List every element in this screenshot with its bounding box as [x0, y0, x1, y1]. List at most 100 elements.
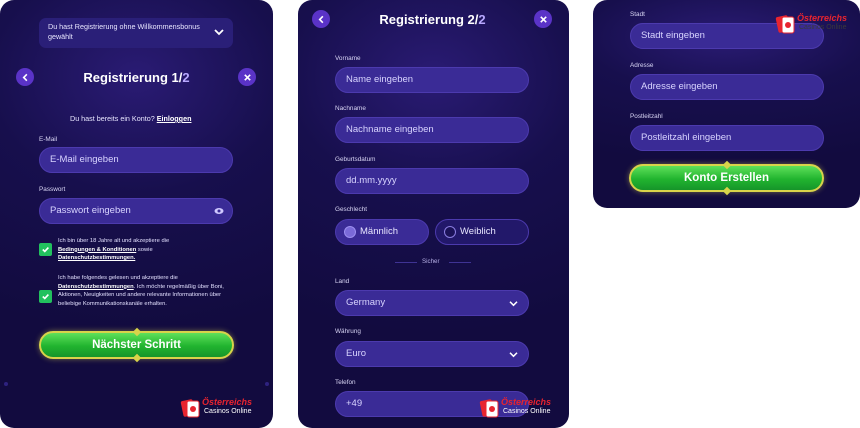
city-placeholder: Stadt eingeben [641, 30, 705, 41]
logo-line-1: Österreichs [797, 13, 848, 23]
gender-male-option[interactable]: Männlich [335, 219, 429, 245]
password-placeholder: Passwort eingeben [50, 205, 131, 216]
close-icon [539, 15, 547, 23]
password-label: Passwort [39, 186, 66, 193]
back-button[interactable] [312, 10, 330, 28]
site-logo: Österreichs Casinos Online [180, 396, 270, 420]
login-hint: Du hast bereits ein Konto? Einloggen [70, 114, 191, 123]
phone-value: +49 [346, 398, 363, 409]
privacy-link-2[interactable]: Datenschutzbestimmungen [58, 284, 134, 290]
checkmark-icon [42, 246, 49, 253]
registration-step-2-bottom-panel: Stadt Stadt eingeben Adresse Adresse ein… [593, 0, 860, 208]
zip-field[interactable]: Postleitzahl eingeben [630, 125, 824, 151]
marketing-consent-text: Ich habe folgendes gelesen und akzeptier… [58, 274, 234, 308]
login-link[interactable]: Einloggen [157, 114, 192, 123]
zip-label: Postleitzahl [630, 113, 663, 120]
logo-line-1: Österreichs [501, 397, 552, 407]
gender-male-label: Männlich [360, 226, 399, 237]
address-field[interactable]: Adresse eingeben [630, 74, 824, 100]
zip-placeholder: Postleitzahl eingeben [641, 132, 732, 143]
logo-line-2: Casinos Online [204, 408, 252, 415]
currency-label: Währung [335, 328, 361, 335]
page-title: Registrierung 1/2 [60, 70, 213, 85]
page-title: Registrierung 2/2 [356, 12, 509, 27]
close-icon [243, 73, 251, 81]
corner-dot [265, 382, 269, 386]
marketing-consent-intro: Ich habe folgendes gelesen und akzeptier… [58, 275, 178, 281]
back-button[interactable] [16, 68, 34, 86]
create-account-button[interactable]: Konto Erstellen [629, 160, 824, 196]
radio-selected-icon [344, 226, 356, 238]
last-name-placeholder: Nachname eingeben [346, 124, 434, 135]
title-step-total: 2 [182, 70, 190, 85]
email-placeholder: E-Mail eingeben [50, 154, 119, 165]
chevron-down-icon [509, 352, 518, 358]
next-step-button[interactable]: Nächster Schritt [39, 327, 234, 363]
registration-step-1-panel: Du hast Registrierung ohne Willkommensbo… [0, 0, 273, 428]
terms-link[interactable]: Bedingungen & Konditionen [58, 247, 136, 253]
birthdate-placeholder: dd.mm.yyyy [346, 175, 397, 186]
casino-logo-icon [180, 399, 200, 418]
registration-step-2-panel: Registrierung 2/2 Vorname Name eingeben … [298, 0, 569, 428]
chevron-left-icon [318, 15, 323, 23]
divider-right [449, 262, 471, 263]
email-label: E-Mail [39, 136, 58, 143]
currency-select[interactable]: Euro [335, 341, 529, 367]
terms-consent-text: Ich bin über 18 Jahre alt und akzeptiere… [58, 237, 234, 263]
gender-label: Geschlecht [335, 206, 367, 213]
address-label: Adresse [630, 62, 654, 69]
logo-line-1: Österreichs [202, 397, 253, 407]
divider-left [395, 262, 417, 263]
button-ornament-bottom [722, 186, 731, 196]
casino-logo-icon [775, 15, 795, 34]
casino-logo-icon [479, 399, 499, 418]
chevron-down-icon [214, 29, 224, 36]
country-label: Land [335, 278, 350, 285]
first-name-label: Vorname [335, 55, 361, 62]
terms-consent-intro: Ich bin über 18 Jahre alt und akzeptiere… [58, 238, 170, 244]
checkmark-icon [42, 293, 49, 300]
last-name-field[interactable]: Nachname eingeben [335, 117, 529, 143]
close-button[interactable] [238, 68, 256, 86]
button-ornament-bottom [132, 353, 141, 363]
title-step: Registrierung 2/ [379, 12, 479, 27]
country-value: Germany [346, 297, 386, 308]
city-label: Stadt [630, 11, 645, 18]
bonus-select-text: Du hast Registrierung ohne Willkommensbo… [48, 22, 200, 41]
terms-consent-mid: sowie [136, 246, 153, 253]
site-logo: Österreichs Casinos Online [479, 396, 569, 420]
chevron-left-icon [22, 73, 27, 81]
radio-unselected-icon [444, 226, 456, 238]
first-name-placeholder: Name eingeben [346, 74, 414, 85]
country-select[interactable]: Germany [335, 290, 529, 316]
marketing-checkbox[interactable] [39, 290, 52, 303]
last-name-label: Nachname [335, 105, 366, 112]
address-placeholder: Adresse eingeben [641, 81, 718, 92]
logo-line-2: Casinos Online [799, 24, 847, 31]
password-field[interactable]: Passwort eingeben [39, 198, 233, 224]
gender-female-label: Weiblich [460, 226, 496, 237]
birthdate-label: Geburtsdatum [335, 156, 376, 163]
corner-dot [4, 382, 8, 386]
eye-icon[interactable] [214, 207, 224, 215]
create-account-label: Konto Erstellen [684, 172, 769, 184]
button-ornament-top [132, 327, 141, 337]
phone-label: Telefon [335, 379, 356, 386]
first-name-field[interactable]: Name eingeben [335, 67, 529, 93]
next-step-label: Nächster Schritt [92, 339, 181, 351]
privacy-link[interactable]: Datenschutzbestimmungen. [58, 255, 135, 261]
site-logo: Österreichs Casinos Online [775, 12, 860, 36]
currency-value: Euro [346, 348, 367, 359]
bonus-select[interactable]: Du hast Registrierung ohne Willkommensbo… [39, 18, 233, 48]
gender-female-option[interactable]: Weiblich [435, 219, 529, 245]
birthdate-field[interactable]: dd.mm.yyyy [335, 168, 529, 194]
login-prompt-text: Du hast bereits ein Konto? [70, 114, 155, 123]
divider-label: Sicher [422, 258, 440, 265]
button-ornament-top [722, 160, 731, 170]
email-field[interactable]: E-Mail eingeben [39, 147, 233, 173]
close-button[interactable] [534, 10, 552, 28]
chevron-down-icon [509, 301, 518, 307]
title-step-total: 2 [478, 12, 486, 27]
terms-checkbox[interactable] [39, 243, 52, 256]
title-step: Registrierung 1/ [83, 70, 183, 85]
